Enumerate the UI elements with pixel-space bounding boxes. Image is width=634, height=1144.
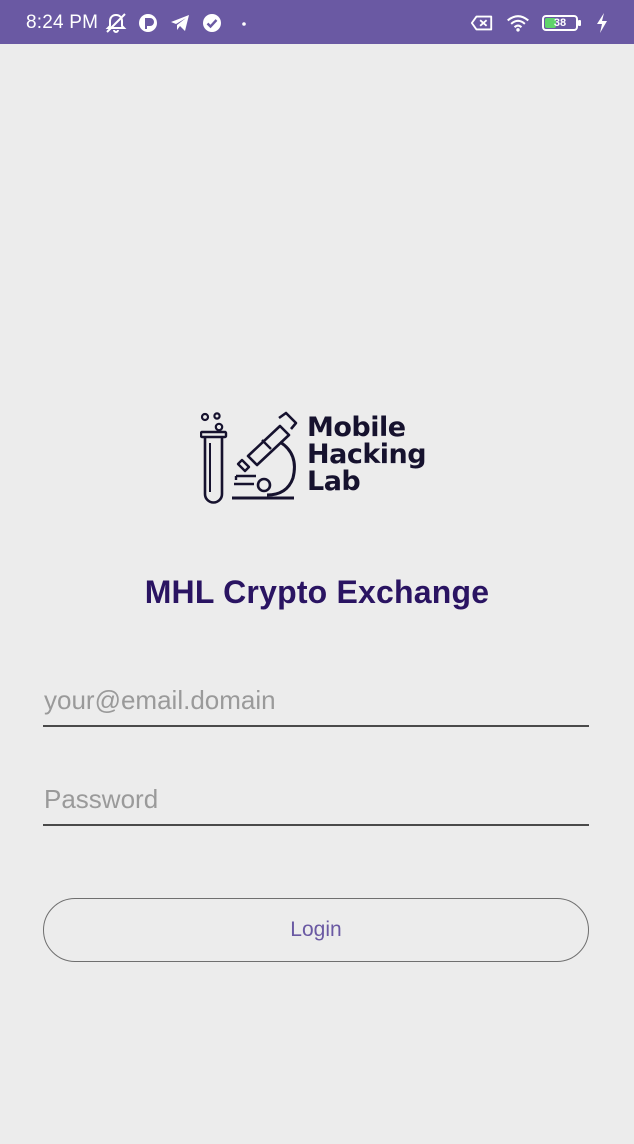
logo-line-hacking: Hacking bbox=[307, 439, 427, 470]
dot-icon bbox=[232, 12, 256, 34]
mobile-hacking-lab-logo: Mobile Hacking Lab bbox=[200, 410, 435, 505]
mute-notification-icon bbox=[104, 12, 128, 34]
signal-off-icon bbox=[470, 12, 494, 34]
telegram-icon bbox=[168, 12, 192, 34]
password-input[interactable] bbox=[43, 780, 589, 826]
battery-level: 38 bbox=[553, 17, 567, 29]
status-bar: 8:24 PM 38 bbox=[0, 0, 634, 44]
status-time: 8:24 PM bbox=[26, 12, 99, 33]
check-circle-icon bbox=[200, 12, 224, 34]
status-right-icons: 38 bbox=[470, 12, 614, 34]
charging-bolt-icon bbox=[590, 12, 614, 34]
logo-line-lab: Lab bbox=[307, 466, 361, 497]
microscope-logo-icon bbox=[200, 411, 298, 504]
logo-line-mobile: Mobile bbox=[307, 412, 406, 443]
app-title: MHL Crypto Exchange bbox=[144, 574, 490, 610]
email-input[interactable] bbox=[43, 681, 589, 727]
app-badge-icon bbox=[136, 12, 160, 34]
battery-icon: 38 bbox=[542, 15, 581, 31]
status-left-icons bbox=[104, 12, 256, 34]
logo-wordmark: Mobile Hacking Lab bbox=[307, 412, 427, 497]
wifi-icon bbox=[506, 12, 530, 34]
login-button[interactable]: Login bbox=[43, 898, 589, 962]
